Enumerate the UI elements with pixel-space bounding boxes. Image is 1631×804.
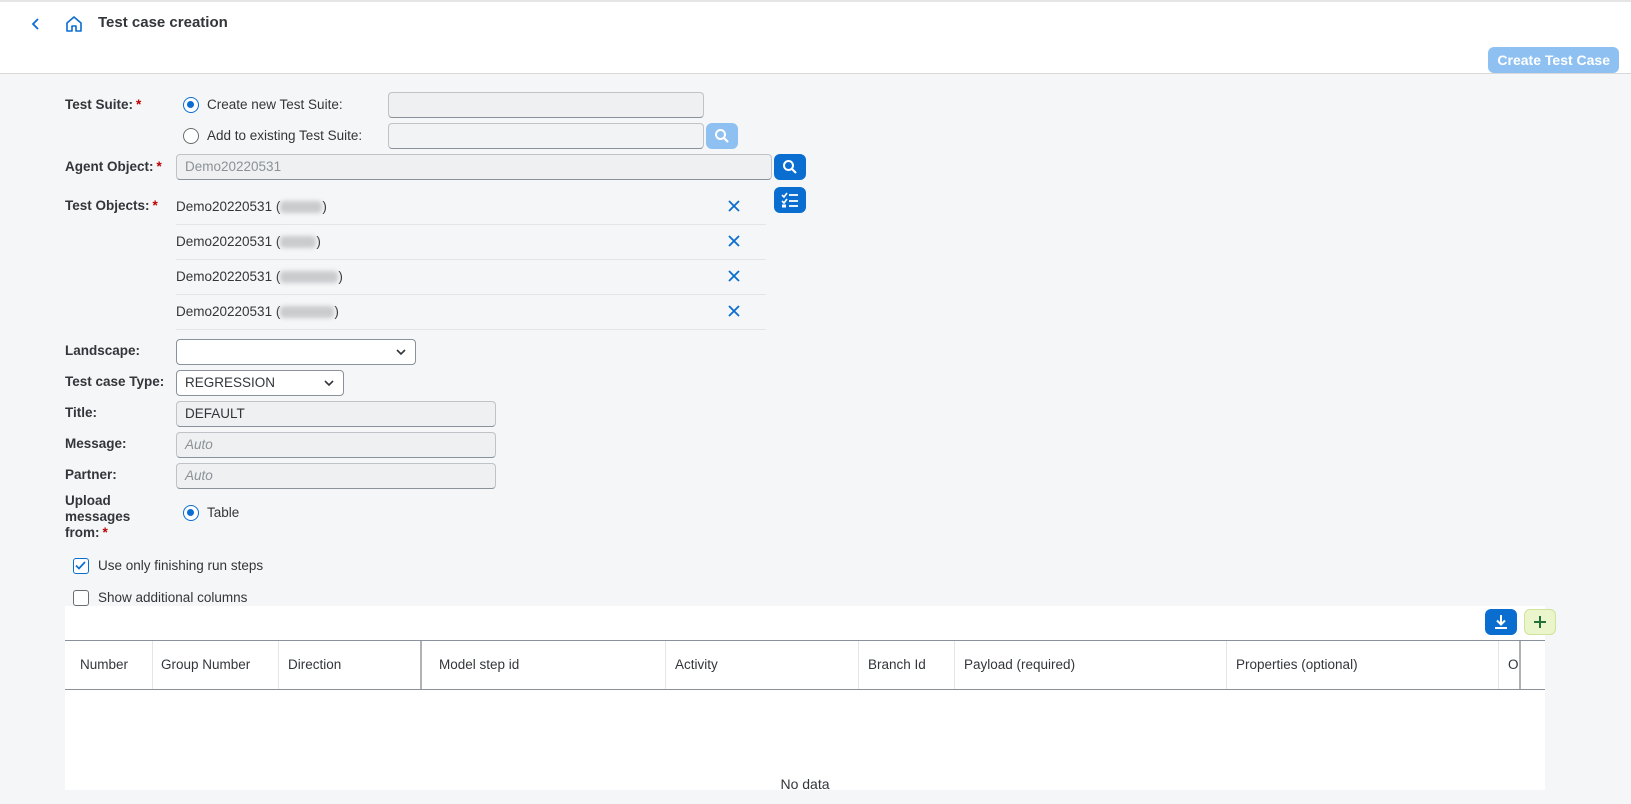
search-icon (783, 160, 797, 174)
redacted-text (280, 236, 317, 249)
use-finishing-checkbox[interactable] (73, 558, 89, 574)
create-new-suite-radio[interactable] (183, 97, 199, 113)
remove-test-object-icon[interactable] (726, 198, 742, 214)
plus-icon (1534, 616, 1546, 628)
message-label: Message: (65, 436, 127, 451)
redacted-text (280, 201, 323, 214)
test-object-name: Demo20220531 ( (176, 234, 281, 249)
search-suite-button[interactable] (706, 123, 738, 149)
agent-object-label: Agent Object: * (65, 159, 162, 174)
select-test-objects-button[interactable] (774, 187, 806, 213)
test-object-text: Demo20220531 () (176, 199, 327, 214)
test-object-suffix: ) (322, 199, 327, 214)
existing-suite-input[interactable] (388, 123, 704, 149)
table-header: Number Group Number Direction Model step… (65, 640, 1545, 690)
test-case-type-value: REGRESSION (185, 375, 276, 390)
column-header-group-number[interactable]: Group Number (153, 641, 279, 689)
test-object-suffix: ) (338, 269, 343, 284)
upload-from-label: Upload messages from: * (65, 493, 130, 541)
upload-table-radio[interactable] (183, 505, 199, 521)
test-case-type-select[interactable]: REGRESSION (176, 370, 344, 396)
test-object-text: Demo20220531 () (176, 269, 343, 284)
column-header-activity[interactable]: Activity (666, 641, 859, 689)
test-object-item: Demo20220531 () (176, 295, 766, 330)
remove-test-object-icon[interactable] (726, 233, 742, 249)
remove-test-object-icon[interactable] (726, 268, 742, 284)
required-marker: * (102, 525, 108, 540)
create-test-case-button[interactable]: Create Test Case (1488, 47, 1619, 73)
test-object-item: Demo20220531 () (176, 190, 766, 225)
remove-test-object-icon[interactable] (726, 303, 742, 319)
checklist-icon (781, 192, 798, 208)
chevron-down-icon (396, 349, 406, 356)
page-header: Test case creation Create Test Case (0, 0, 1631, 74)
required-marker: * (136, 97, 142, 112)
test-case-type-label: Test case Type: (65, 374, 165, 389)
upload-from-label-line: messages (65, 509, 131, 524)
chevron-down-icon (324, 380, 334, 387)
back-button[interactable] (26, 14, 46, 34)
required-marker: * (156, 159, 162, 174)
test-object-text: Demo20220531 () (176, 234, 321, 249)
chevron-left-icon (31, 18, 39, 30)
test-objects-label: Test Objects: * (65, 198, 158, 213)
test-object-name: Demo20220531 ( (176, 199, 281, 214)
partner-label: Partner: (65, 467, 117, 482)
test-object-item: Demo20220531 () (176, 260, 766, 295)
column-header-number[interactable]: Number (65, 641, 153, 689)
agent-object-input[interactable]: Demo20220531 (176, 154, 772, 180)
add-existing-suite-radio[interactable] (183, 128, 199, 144)
upload-from-label-line: Upload (65, 493, 111, 508)
test-object-name: Demo20220531 ( (176, 304, 281, 319)
no-data-text: No data (780, 776, 830, 792)
steps-table: Number Group Number Direction Model step… (65, 606, 1556, 792)
checkmark-icon (75, 561, 86, 570)
test-object-suffix: ) (316, 234, 321, 249)
download-button[interactable] (1485, 609, 1517, 635)
title-label: Title: (65, 405, 98, 420)
test-object-text: Demo20220531 () (176, 304, 339, 319)
redacted-text (280, 306, 335, 319)
add-row-button[interactable] (1524, 609, 1556, 635)
show-additional-label: Show additional columns (98, 590, 248, 605)
required-marker: * (152, 198, 158, 213)
use-finishing-label: Use only finishing run steps (98, 558, 264, 573)
add-existing-suite-label: Add to existing Test Suite: (207, 128, 363, 143)
search-agent-object-button[interactable] (774, 154, 806, 180)
redacted-text (280, 271, 339, 284)
test-objects-label-text: Test Objects: (65, 198, 150, 213)
column-header-properties[interactable]: Properties (optional) (1227, 641, 1499, 689)
show-additional-checkbox[interactable] (73, 590, 89, 606)
test-object-suffix: ) (334, 304, 339, 319)
column-header-model-step-id[interactable]: Model step id (422, 641, 666, 689)
home-icon (66, 16, 82, 32)
upload-from-label-line: from: (65, 525, 100, 540)
search-icon (715, 129, 729, 143)
column-header-direction[interactable]: Direction (279, 641, 422, 689)
download-icon (1495, 615, 1507, 629)
agent-object-label-text: Agent Object: (65, 159, 154, 174)
test-object-name: Demo20220531 ( (176, 269, 281, 284)
column-header-truncated[interactable]: Or (1499, 641, 1521, 689)
new-suite-name-input[interactable] (388, 92, 704, 118)
page-title: Test case creation (98, 14, 228, 31)
message-input[interactable]: Auto (176, 432, 496, 458)
test-suite-label-text: Test Suite: (65, 97, 134, 112)
landscape-label: Landscape: (65, 343, 141, 358)
test-suite-label: Test Suite: * (65, 97, 141, 112)
create-new-suite-label: Create new Test Suite: (207, 97, 343, 112)
column-header-branch-id[interactable]: Branch Id (859, 641, 955, 689)
upload-table-label: Table (207, 505, 240, 520)
landscape-select[interactable] (176, 339, 416, 365)
test-object-item: Demo20220531 () (176, 225, 766, 260)
title-input[interactable]: DEFAULT (176, 401, 496, 427)
column-header-payload[interactable]: Payload (required) (955, 641, 1227, 689)
partner-input[interactable]: Auto (176, 463, 496, 489)
home-button[interactable] (64, 14, 84, 34)
